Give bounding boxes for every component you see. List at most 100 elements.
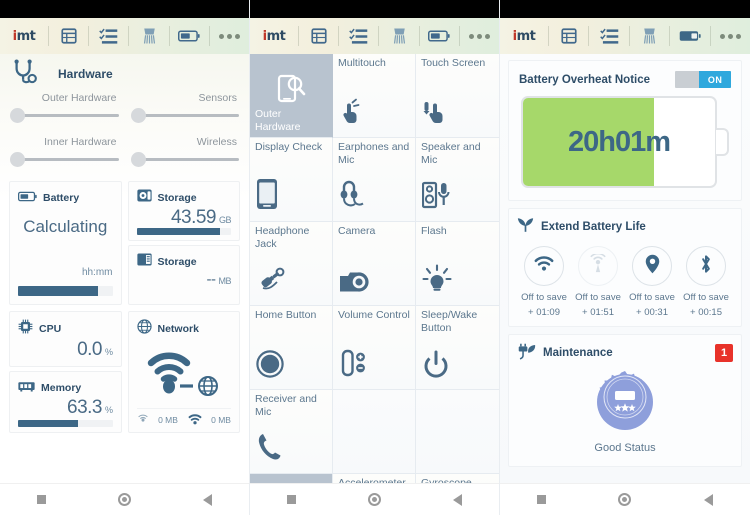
nav-home-button[interactable] (83, 493, 166, 506)
toolbar-checklist-button[interactable] (589, 18, 628, 54)
tile-empty (416, 390, 499, 474)
maintenance-status-label: Good Status (594, 442, 656, 454)
toolbar-more-button[interactable] (711, 18, 750, 54)
battery-gauge: 20h01m (519, 96, 731, 188)
slider-handle[interactable] (130, 108, 146, 123)
tile-home-button[interactable]: Home Button (250, 306, 333, 390)
speaker-mic-icon (421, 180, 452, 215)
toolbar-battery-button[interactable] (420, 18, 459, 54)
card-storage-internal[interactable]: Storage 43.59 GB (127, 181, 240, 241)
tile-multitouch[interactable]: Multitouch (333, 54, 416, 138)
screen-hardware-dashboard: iimtmt (0, 0, 250, 515)
nav-back-button[interactable] (166, 493, 249, 506)
extend-option-label: Off to save (629, 292, 675, 303)
device-inspect-icon (274, 72, 308, 111)
overheat-toggle[interactable]: ON (675, 71, 731, 88)
tile-touch-screen[interactable]: Touch Screen (416, 54, 499, 138)
nav-home-button[interactable] (583, 493, 666, 506)
tile-display-check[interactable]: Display Check (250, 138, 333, 222)
toolbar-report-button[interactable] (549, 18, 588, 54)
toolbar-more-button[interactable] (210, 18, 249, 54)
nav-home-button[interactable] (333, 493, 416, 506)
battery-unit: hh:mm (81, 267, 113, 278)
sdcard-icon (136, 253, 152, 271)
card-title: Storage (157, 192, 197, 204)
toolbar-battery-button[interactable] (170, 18, 209, 54)
wifi-data-value: 0 MB (211, 415, 231, 425)
toolbar-battery-button[interactable] (670, 18, 709, 54)
more-icon (468, 33, 490, 39)
extend-options-row: Off to save + 01:09 Off to save + 01:51 (517, 246, 733, 318)
tile-volume-control[interactable]: Volume Control (333, 306, 416, 390)
location-circle (632, 246, 672, 286)
battery-status-value: Calculating (23, 217, 108, 236)
card-storage-external[interactable]: Storage -- MB (127, 245, 240, 305)
nav-back-button[interactable] (416, 493, 499, 506)
tile-earphones-and-mic[interactable]: Earphones and Mic (333, 138, 416, 222)
slider-handle[interactable] (130, 152, 146, 167)
extend-option-bluetooth[interactable]: Off to save + 00:15 (679, 246, 733, 318)
bluetooth-circle (686, 246, 726, 286)
recents-icon (37, 495, 46, 504)
card-title: Battery (43, 192, 80, 204)
touchscreen-icon (422, 98, 452, 131)
toolbar-clean-button[interactable] (630, 18, 669, 54)
home-icon (618, 493, 632, 506)
nav-recents-button[interactable] (0, 495, 83, 504)
slider-label: Outer Hardware (41, 92, 117, 104)
clean-icon (390, 27, 409, 45)
toolbar-checklist-button[interactable] (89, 18, 128, 54)
tile-label: Home Button (255, 309, 317, 321)
nav-back-button[interactable] (667, 493, 750, 506)
nav-recents-button[interactable] (250, 495, 333, 504)
tile-label: Camera (338, 225, 376, 237)
system-navigation-bar (0, 483, 249, 515)
maintenance-badge: 1 (715, 344, 733, 362)
back-icon (703, 493, 713, 506)
toolbar-clean-button[interactable] (129, 18, 168, 54)
extend-option-location[interactable]: Off to save + 00:31 (625, 246, 679, 318)
card-cpu[interactable]: CPU 0.0% (9, 311, 122, 367)
nav-recents-button[interactable] (500, 495, 583, 504)
card-battery[interactable]: Battery Calculating hh:mm (6, 178, 125, 308)
extend-option-wifi[interactable]: Off to save + 01:09 (517, 246, 571, 318)
toolbar-report-button[interactable] (49, 18, 88, 54)
toolbar-more-button[interactable] (460, 18, 499, 54)
earphones-icon (339, 180, 369, 215)
tile-receiver-and-mic[interactable]: Receiver and Mic (250, 390, 333, 474)
system-navigation-bar (500, 483, 750, 515)
toolbar-checklist-button[interactable] (339, 18, 378, 54)
app-toolbar: imt (500, 18, 750, 54)
location-icon (645, 254, 660, 279)
tile-speaker-and-mic[interactable]: Speaker and Mic (416, 138, 499, 222)
tile-label: Earphones and Mic (338, 141, 410, 166)
tile-label: Flash (421, 225, 447, 237)
tile-camera[interactable]: Camera (333, 222, 416, 306)
toolbar-report-button[interactable] (299, 18, 338, 54)
app-toolbar: iimtmt (0, 18, 249, 54)
app-logo: imt (512, 28, 536, 44)
extend-option-label: Off to save (521, 292, 567, 303)
status-medal-icon (592, 371, 658, 439)
tile-flash[interactable]: Flash (416, 222, 499, 306)
slider-outer-hardware[interactable] (10, 108, 119, 123)
slider-wireless[interactable] (130, 152, 239, 167)
slider-handle[interactable] (10, 108, 25, 123)
slider-label: Inner Hardware (44, 136, 117, 148)
tile-sleep-wake-button[interactable]: Sleep/Wake Button (416, 306, 499, 390)
overheat-title: Battery Overheat Notice (519, 73, 651, 86)
tile-outer-hardware[interactable]: Outer Hardware (250, 54, 333, 138)
extend-option-label: Off to save (575, 292, 621, 303)
extend-option-cellular[interactable]: Off to save + 01:51 (571, 246, 625, 318)
card-cpu-memory-group: CPU 0.0% Memory 63.3% (6, 308, 125, 436)
slider-handle[interactable] (10, 152, 25, 167)
card-memory[interactable]: Memory 63.3% (9, 371, 122, 433)
card-network[interactable]: Network 0 MB 0 MB (125, 308, 244, 436)
card-title: Network (157, 323, 199, 335)
slider-sensors[interactable] (130, 108, 239, 123)
slider-inner-hardware[interactable] (10, 152, 119, 167)
battery-progress-bar (18, 286, 113, 296)
tile-headphone-jack[interactable]: Headphone Jack (250, 222, 333, 306)
memory-value: 63.3% (67, 397, 113, 418)
toolbar-clean-button[interactable] (379, 18, 418, 54)
